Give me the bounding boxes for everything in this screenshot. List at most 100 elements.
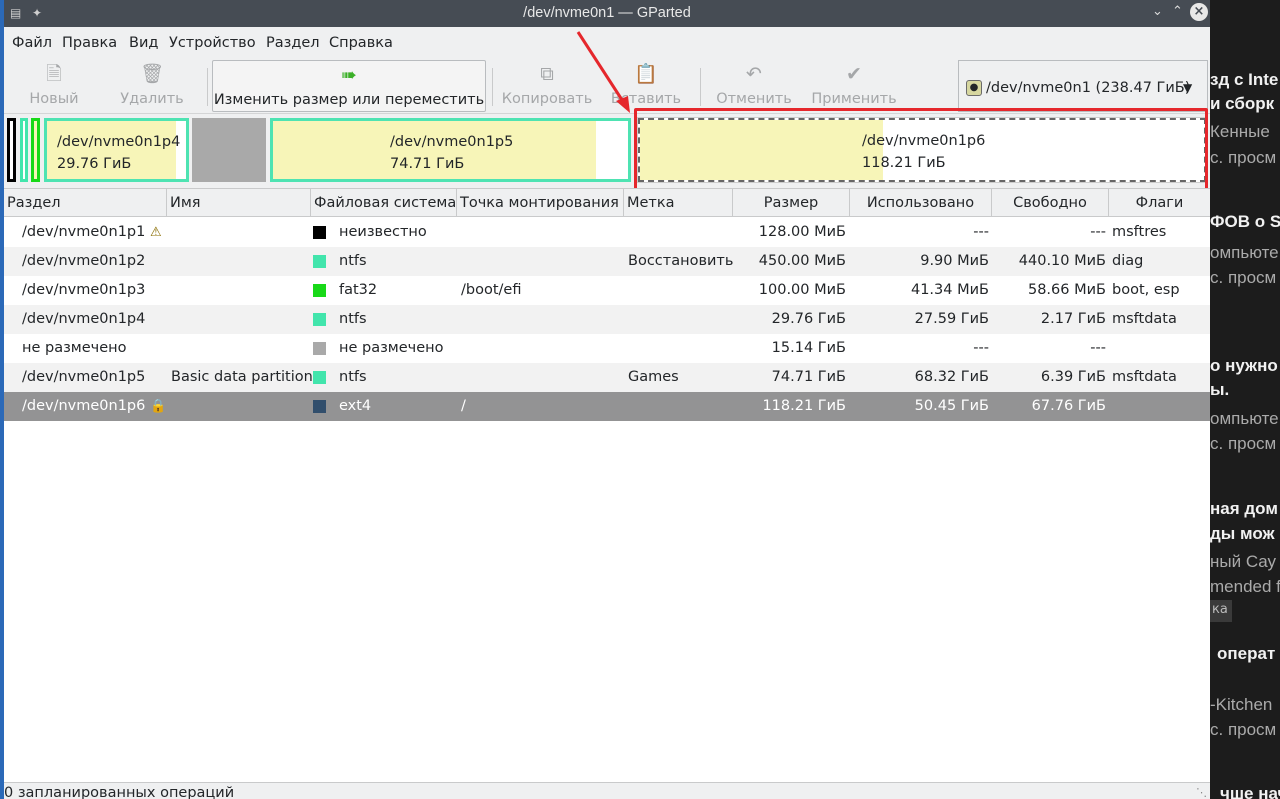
cell-used: --- bbox=[973, 224, 989, 240]
filesystem-color-swatch bbox=[313, 284, 326, 297]
column-free[interactable]: Свободно bbox=[992, 189, 1109, 217]
table-row[interactable]: не размечено не размечено 15.14 ГиБ --- --- bbox=[4, 334, 1210, 363]
partition-block-p2[interactable] bbox=[20, 118, 28, 182]
bg-text: Кенные bbox=[1210, 122, 1270, 141]
resize-grip-icon[interactable]: ⋱ bbox=[1196, 786, 1207, 799]
cell-free: --- bbox=[1090, 340, 1106, 356]
bg-text: о нужно bbox=[1210, 356, 1278, 375]
cell-free: --- bbox=[1090, 224, 1106, 240]
cell-filesystem: ntfs bbox=[339, 253, 367, 269]
resize-arrow-icon: ➠ bbox=[341, 64, 357, 86]
cell-partition: не размечено bbox=[22, 340, 127, 356]
background-browser-page: зд с Inte и сборк Кенные с. просм ФОВ о … bbox=[1210, 0, 1280, 799]
paste-button[interactable]: 📋 Вставить bbox=[604, 60, 688, 112]
bg-text: ы. bbox=[1210, 380, 1230, 399]
cell-size: 74.71 ГиБ bbox=[771, 369, 846, 385]
column-label[interactable]: Метка bbox=[624, 189, 733, 217]
toolbar-separator bbox=[492, 68, 493, 106]
menu-help[interactable]: Справка bbox=[329, 35, 393, 51]
bg-text: ная дом bbox=[1210, 499, 1278, 518]
cell-partition: /dev/nvme0n1p5 bbox=[22, 369, 146, 385]
chevron-up-icon[interactable]: ⌃ bbox=[1172, 4, 1183, 19]
bg-text: mended f bbox=[1210, 577, 1280, 596]
new-document-icon: 🗎 bbox=[46, 63, 62, 85]
cell-filesystem: ntfs bbox=[339, 311, 367, 327]
partition-block-p5[interactable]: /dev/nvme0n1p5 74.71 ГиБ bbox=[270, 118, 631, 182]
title-bar[interactable]: ▤ ✦ /dev/nvme0n1 — GParted ⌄ ⌃ × bbox=[4, 0, 1210, 27]
menu-edit[interactable]: Правка bbox=[62, 35, 117, 51]
cell-size: 29.76 ГиБ bbox=[771, 311, 846, 327]
partition-block-p1[interactable] bbox=[7, 118, 16, 182]
cell-flags: diag bbox=[1112, 253, 1144, 269]
chevron-down-icon[interactable]: ⌄ bbox=[1152, 4, 1163, 19]
column-used[interactable]: Использовано bbox=[850, 189, 992, 217]
table-row[interactable]: /dev/nvme0n1p6 🔒 ext4 / 118.21 ГиБ 50.45 ГиБ 6… bbox=[4, 392, 1210, 421]
menu-file[interactable]: Файл bbox=[12, 35, 52, 51]
cell-size: 100.00 МиБ bbox=[758, 282, 846, 298]
menu-view[interactable]: Вид bbox=[129, 35, 158, 51]
undo-button[interactable]: ↶ Отменить bbox=[712, 60, 796, 112]
copy-button[interactable]: ⧉ Копировать bbox=[498, 60, 596, 112]
cell-used: 68.32 ГиБ bbox=[914, 369, 989, 385]
bg-text: чше нач bbox=[1220, 784, 1280, 799]
window-title: /dev/nvme0n1 — GParted bbox=[523, 5, 691, 21]
resize-move-button[interactable]: ➠ Изменить размер или переместить bbox=[212, 60, 486, 112]
bg-text: с. просм bbox=[1210, 268, 1277, 287]
table-row[interactable]: /dev/nvme0n1p1 ⚠ неизвестно 128.00 МиБ --- --… bbox=[4, 218, 1210, 247]
apply-button[interactable]: ✔ Применить bbox=[806, 60, 902, 112]
column-mountpoint[interactable]: Точка монтирования bbox=[457, 189, 624, 217]
device-selector[interactable]: ● /dev/nvme0n1 (238.47 ГиБ) ▼ bbox=[958, 60, 1208, 112]
table-row[interactable]: /dev/nvme0n1p5 Basic data partition ntfs Ga… bbox=[4, 363, 1210, 392]
delete-button[interactable]: 🗑 Удалить bbox=[108, 60, 196, 112]
bg-text: -Kitchen bbox=[1210, 695, 1273, 714]
menu-device[interactable]: Устройство bbox=[169, 35, 256, 51]
disk-icon: ● bbox=[966, 80, 982, 96]
cell-filesystem: ext4 bbox=[339, 398, 372, 414]
cell-free: 67.76 ГиБ bbox=[1031, 398, 1106, 414]
bg-text: зд с Inte bbox=[1210, 70, 1279, 89]
filesystem-color-swatch bbox=[313, 371, 326, 384]
partition-block-p3[interactable] bbox=[31, 118, 40, 182]
column-partition[interactable]: Раздел bbox=[4, 189, 167, 217]
column-size[interactable]: Размер bbox=[733, 189, 850, 217]
cell-partition: /dev/nvme0n1p3 bbox=[22, 282, 146, 298]
cell-size: 450.00 МиБ bbox=[758, 253, 846, 269]
unallocated-block[interactable] bbox=[192, 118, 266, 182]
column-flags[interactable]: Флаги bbox=[1109, 189, 1210, 217]
new-button[interactable]: 🗎 Новый bbox=[14, 60, 94, 112]
filesystem-color-swatch bbox=[313, 342, 326, 355]
column-filesystem[interactable]: Файловая система bbox=[311, 189, 457, 217]
highlight-box bbox=[634, 108, 1208, 191]
bg-text: омпьюте bbox=[1210, 409, 1279, 428]
cell-flags: msftdata bbox=[1112, 311, 1177, 327]
checkmark-icon: ✔ bbox=[846, 63, 862, 85]
menu-partition[interactable]: Раздел bbox=[266, 35, 320, 51]
cell-free: 440.10 МиБ bbox=[1018, 253, 1106, 269]
toolbar-separator bbox=[207, 68, 208, 106]
warning-icon: ⚠ bbox=[150, 225, 162, 240]
close-icon[interactable]: × bbox=[1190, 3, 1208, 21]
cell-used: 27.59 ГиБ bbox=[914, 311, 989, 327]
cell-flags: msftres bbox=[1112, 224, 1167, 240]
cell-used: --- bbox=[973, 340, 989, 356]
device-selector-label: /dev/nvme0n1 (238.47 ГиБ) bbox=[986, 80, 1191, 96]
cell-flags: msftdata bbox=[1112, 369, 1177, 385]
cell-free: 2.17 ГиБ bbox=[1040, 311, 1106, 327]
table-row[interactable]: /dev/nvme0n1p2 ntfs Восстановить 450.00 МиБ… bbox=[4, 247, 1210, 276]
column-name[interactable]: Имя bbox=[167, 189, 311, 217]
cell-partition: /dev/nvme0n1p2 bbox=[22, 253, 146, 269]
cell-size: 118.21 ГиБ bbox=[762, 398, 846, 414]
bg-text: операт bbox=[1217, 644, 1276, 663]
table-row[interactable]: /dev/nvme0n1p3 fat32/boot/efi 100.00 МиБ 41… bbox=[4, 276, 1210, 305]
table-row[interactable]: /dev/nvme0n1p4 ntfs 29.76 ГиБ 27.59 ГиБ 2.17… bbox=[4, 305, 1210, 334]
bg-text: с. просм bbox=[1210, 434, 1277, 453]
partition-block-p4[interactable]: /dev/nvme0n1p4 29.76 ГиБ bbox=[44, 118, 189, 182]
cell-mountpoint: /boot/efi bbox=[461, 282, 522, 298]
table-header: Раздел Имя Файловая система Точка монтир… bbox=[4, 189, 1210, 217]
partition-name: /dev/nvme0n1p4 bbox=[57, 134, 181, 150]
cell-size: 15.14 ГиБ bbox=[771, 340, 846, 356]
filesystem-color-swatch bbox=[313, 400, 326, 413]
cell-filesystem: неизвестно bbox=[339, 224, 427, 240]
bg-chip: ка bbox=[1210, 600, 1232, 622]
cell-free: 58.66 МиБ bbox=[1027, 282, 1106, 298]
